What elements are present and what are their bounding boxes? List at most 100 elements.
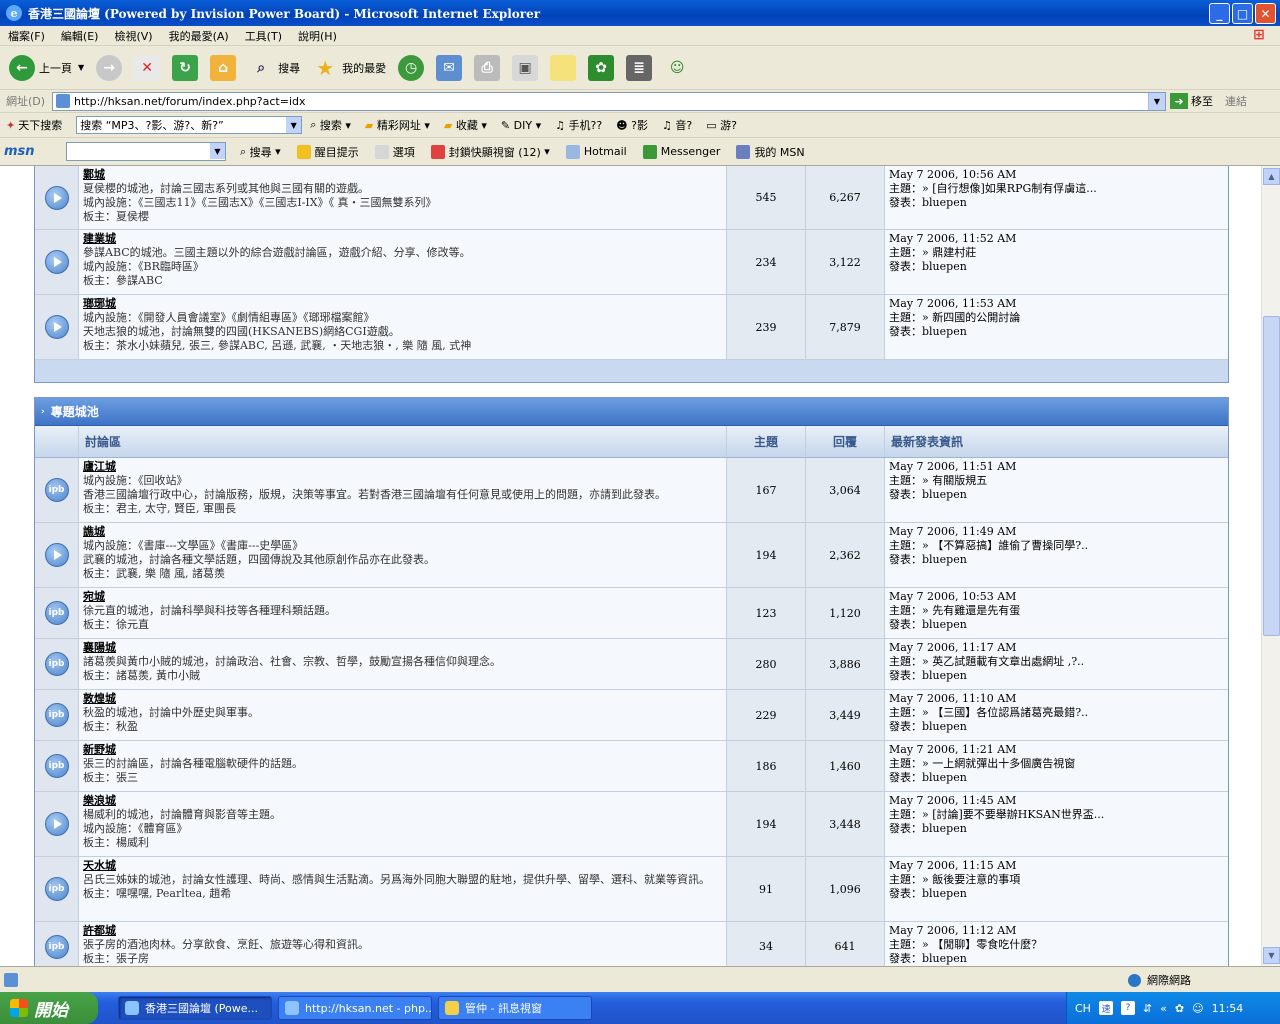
last-poster-link[interactable]: 發表：bluepen	[889, 488, 1224, 502]
stop-button[interactable]: ✕	[131, 51, 163, 85]
game-button[interactable]: ▭ 游?	[706, 117, 737, 133]
last-post-topic-link[interactable]: 主題：» 有關版規五	[889, 474, 1224, 488]
address-input[interactable]: http://hksan.net/forum/index.php?act=idx…	[52, 91, 1166, 111]
scroll-thumb[interactable]	[1263, 316, 1280, 636]
alerts-button[interactable]: 醒目提示	[296, 144, 359, 160]
popup-blocker-button[interactable]: 封鎖快顯視窗 (12) ▾	[430, 144, 550, 160]
vertical-scrollbar[interactable]: ▲ ▼	[1261, 166, 1280, 966]
options-button[interactable]: 選項	[374, 144, 415, 160]
moderators[interactable]: 板主：夏侯櫻	[83, 210, 722, 224]
moderators[interactable]: 板主：張子房	[83, 952, 722, 966]
taskbar-item-php[interactable]: http://hksan.net - php...	[278, 996, 432, 1020]
close-button[interactable]: ✕	[1255, 3, 1276, 24]
moderators[interactable]: 板主：張三	[83, 771, 722, 785]
messenger-tray-icon[interactable]: ☺	[1192, 1002, 1203, 1015]
menu-tools[interactable]: 工具(T)	[245, 28, 282, 44]
moderators[interactable]: 板主：秋盈	[83, 720, 722, 734]
maximize-button[interactable]: □	[1232, 3, 1253, 24]
last-post-topic-link[interactable]: 主題：» 【三國】各位認爲諸葛亮最錯?..	[889, 706, 1224, 720]
last-poster-link[interactable]: 發表：bluepen	[889, 553, 1224, 567]
msn-search-input[interactable]: ▼	[66, 142, 226, 161]
edit-button[interactable]: ▣	[509, 51, 541, 85]
back-button[interactable]: ← 上一頁 ▼	[6, 51, 87, 85]
last-post-topic-link[interactable]: 主題：» 【閒聊】零食吃什麼？	[889, 938, 1224, 952]
moderators[interactable]: 板主：武襄, 樂 隨 風, 諸葛羨	[83, 567, 722, 581]
moderators[interactable]: 板主：嘿嘿嘿, Pearltea, 趙希	[83, 887, 722, 901]
sky-search-button[interactable]: ✦ 天下搜索	[6, 117, 62, 133]
messenger-link[interactable]: Messenger	[642, 144, 720, 159]
last-poster-link[interactable]: 發表：bluepen	[889, 887, 1224, 901]
wonderful-button[interactable]: ▰ 精彩网址 ▾	[365, 117, 430, 133]
last-poster-link[interactable]: 發表：bluepen	[889, 618, 1224, 632]
help-icon[interactable]: ?	[1120, 1001, 1135, 1015]
forum-name-link[interactable]: 鄴城	[83, 168, 722, 182]
menu-view[interactable]: 檢視(V)	[114, 28, 152, 44]
forum-name-link[interactable]: 新野城	[83, 743, 722, 757]
last-post-topic-link[interactable]: 主題：» 先有雞還是先有蛋	[889, 604, 1224, 618]
discuss-button[interactable]	[547, 51, 579, 85]
last-post-topic-link[interactable]: 主題：» 【不算惡搞】誰偷了曹操同學?..	[889, 539, 1224, 553]
menu-help[interactable]: 說明(H)	[298, 28, 337, 44]
history-button[interactable]: ◷	[395, 51, 427, 85]
moderators[interactable]: 板主：楊威利	[83, 836, 722, 850]
messenger-button[interactable]: ☺	[661, 51, 693, 85]
moderators[interactable]: 板主：茶水小妹蘋兒, 張三, 參謀ABC, 呂遜, 武襄, ‧天地志狼‧, 樂 …	[83, 339, 722, 353]
start-button[interactable]: 開始	[0, 992, 98, 1024]
go-button[interactable]: ➜ 移至	[1170, 93, 1213, 109]
scroll-up-icon[interactable]: ▲	[1263, 168, 1280, 185]
taskbar-item-forum[interactable]: 香港三國論壇 (Powe...	[118, 996, 272, 1020]
chevron-down-icon[interactable]: ▼	[1148, 92, 1165, 110]
chevron-down-icon[interactable]: ▼	[286, 117, 302, 133]
last-post-topic-link[interactable]: 主題：» 鼎建村莊	[889, 246, 1224, 260]
last-poster-link[interactable]: 發表：bluepen	[889, 771, 1224, 785]
refresh-button[interactable]: ↻	[169, 51, 201, 85]
forum-name-link[interactable]: 宛城	[83, 590, 722, 604]
scroll-down-icon[interactable]: ▼	[1263, 947, 1280, 964]
forum-name-link[interactable]: 建業城	[83, 232, 722, 246]
last-post-topic-link[interactable]: 主題：» 一上網就彈出十多個廣告視窗	[889, 757, 1224, 771]
home-button[interactable]: ⌂	[207, 51, 239, 85]
moderators[interactable]: 板主：徐元直	[83, 618, 722, 632]
forward-button[interactable]: →	[93, 51, 125, 85]
arrows-icon[interactable]: ⇵	[1143, 1002, 1152, 1015]
search-submit-button[interactable]: ⌕ 搜索 ▾	[310, 117, 351, 133]
forum-name-link[interactable]: 天水城	[83, 859, 722, 873]
moderators[interactable]: 板主：參謀ABC	[83, 274, 722, 288]
chevron-down-icon[interactable]: ▼	[210, 143, 225, 159]
icq-button[interactable]: ✿	[585, 51, 617, 85]
last-poster-link[interactable]: 發表：bluepen	[889, 325, 1224, 339]
forum-name-link[interactable]: 襄陽城	[83, 641, 722, 655]
hotmail-button[interactable]: Hotmail	[565, 144, 627, 159]
ime-icon[interactable]: 速	[1098, 1001, 1113, 1015]
last-poster-link[interactable]: 發表：bluepen	[889, 196, 1224, 210]
last-poster-link[interactable]: 發表：bluepen	[889, 720, 1224, 734]
category-header[interactable]: › 專題城池	[35, 398, 1228, 426]
menu-edit[interactable]: 編輯(E)	[61, 28, 99, 44]
search-button[interactable]: ⌕ 搜尋	[245, 51, 303, 85]
forum-name-link[interactable]: 敦煌城	[83, 692, 722, 706]
menu-favorites[interactable]: 我的最愛(A)	[169, 28, 229, 44]
taskbar-item-messenger[interactable]: 管仲 - 訊息視窗	[438, 996, 592, 1020]
search-combobox[interactable]: 搜索 “MP3、?影、游?、新?” ▼	[76, 116, 303, 134]
menu-file[interactable]: 檔案(F)	[8, 28, 45, 44]
research-button[interactable]: ≣	[623, 51, 655, 85]
last-poster-link[interactable]: 發表：bluepen	[889, 669, 1224, 683]
print-button[interactable]: ⎙	[471, 51, 503, 85]
msn-search-button[interactable]: ⌕ 搜尋 ▾	[240, 144, 281, 160]
film-button[interactable]: ☻ ?影	[616, 117, 648, 133]
minimize-button[interactable]: _	[1209, 3, 1230, 24]
last-poster-link[interactable]: 發表：bluepen	[889, 260, 1224, 274]
last-post-topic-link[interactable]: 主題：» [討論]要不要舉辦HKSAN世界盃...	[889, 808, 1224, 822]
last-post-topic-link[interactable]: 主題：» [自行想像]如果RPG制有俘虜這...	[889, 182, 1224, 196]
my-msn-button[interactable]: 我的 MSN	[736, 144, 805, 160]
links-button[interactable]: 連結	[1225, 93, 1247, 109]
forum-name-link[interactable]: 樂浪城	[83, 794, 722, 808]
last-post-topic-link[interactable]: 主題：» 英乙試題載有文章出處網址 ,?..	[889, 655, 1224, 669]
collect-button[interactable]: ▰ 收藏 ▾	[444, 117, 487, 133]
phone-button[interactable]: ♫ 手机??	[555, 117, 602, 133]
language-indicator[interactable]: CH	[1075, 1002, 1091, 1015]
forum-name-link[interactable]: 瑯琊城	[83, 297, 722, 311]
collapse-icon[interactable]: «	[1160, 1002, 1167, 1015]
last-poster-link[interactable]: 發表：bluepen	[889, 952, 1224, 966]
diy-button[interactable]: ✎ DIY ▾	[501, 119, 541, 132]
